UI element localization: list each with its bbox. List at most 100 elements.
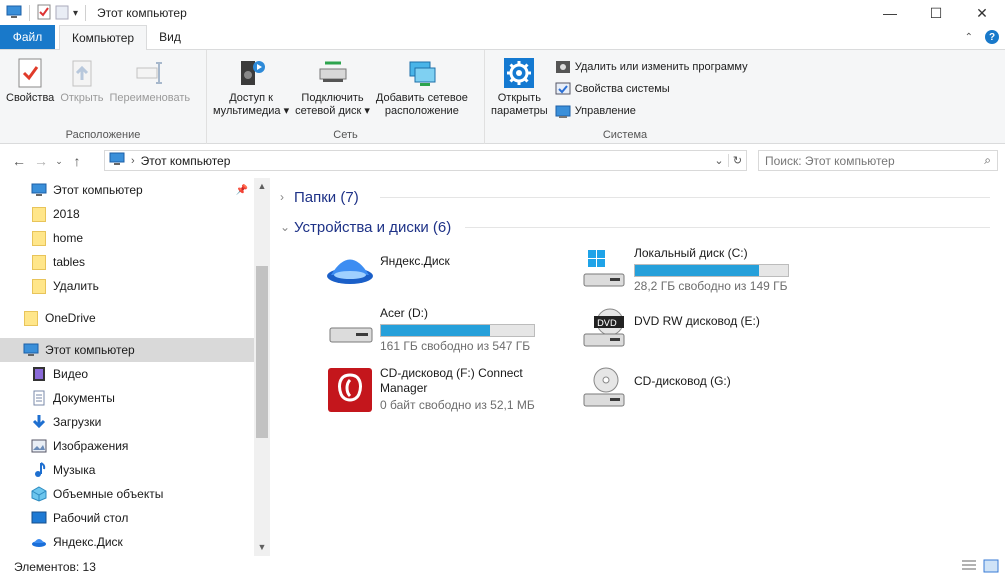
windows-drive-icon	[578, 246, 630, 294]
system-properties-button[interactable]: Свойства системы	[555, 80, 748, 98]
breadcrumb-separator-icon[interactable]: ›	[131, 155, 135, 167]
nav-item-quick-this-pc[interactable]: Этот компьютер 📌	[0, 178, 254, 202]
minimize-button[interactable]: —	[867, 0, 913, 26]
drive-c-usage-fill	[635, 265, 759, 276]
connect-manager-icon	[324, 366, 376, 414]
drive-g[interactable]: CD-дисковод (G:)	[578, 366, 731, 414]
folders-group-header[interactable]: › Папки (7)	[280, 186, 990, 208]
add-network-location-icon	[406, 56, 438, 90]
up-arrow-icon[interactable]: ↑	[66, 153, 88, 169]
drive-c[interactable]: Локальный диск (C:) 28,2 ГБ свободно из …	[578, 246, 789, 294]
status-bar: Элементов: 13	[0, 556, 1005, 577]
address-bar[interactable]: › Этот компьютер ⌄ ↻	[104, 150, 747, 171]
nav-item-yandex-disk[interactable]: Яндекс.Диск	[0, 530, 254, 554]
navigation-pane: Этот компьютер 📌 2018 home tables Удалит…	[0, 178, 270, 556]
downloads-icon	[31, 414, 47, 430]
folder-icon	[31, 206, 47, 222]
svg-text:DVD: DVD	[597, 319, 617, 329]
group-location: Свойства Открыть Переименовать Расположе…	[0, 50, 207, 144]
nav-item-downloads[interactable]: Загрузки	[0, 410, 254, 434]
customize-quick-access-icon[interactable]: ▾	[73, 8, 78, 19]
scroll-thumb[interactable]	[256, 266, 268, 438]
scroll-down-icon[interactable]: ▼	[254, 542, 270, 552]
drive-e[interactable]: DVD DVD RW дисковод (E:)	[578, 306, 760, 354]
folder-icon	[31, 254, 47, 270]
group-label-network: Сеть	[333, 129, 358, 141]
window-title: Этот компьютер	[97, 6, 187, 20]
chevron-down-icon: ⌄	[280, 220, 291, 234]
navigation-bar: ← → ⌄ ↑ › Этот компьютер ⌄ ↻ Поиск: Этот…	[0, 144, 1005, 178]
nav-scrollbar[interactable]: ▲ ▼	[254, 178, 270, 556]
group-label-system: Система	[602, 129, 648, 141]
recent-locations-chevron-icon[interactable]: ⌄	[52, 156, 66, 167]
items-count: Элементов: 13	[14, 559, 96, 574]
scroll-up-icon[interactable]: ▲	[254, 181, 270, 191]
media-access-icon	[235, 56, 267, 90]
video-icon	[31, 366, 47, 382]
tab-file[interactable]: Файл	[0, 25, 55, 49]
uninstall-program-button[interactable]: Удалить или изменить программу	[555, 58, 748, 76]
title-bar: ▾ Этот компьютер — ☐ ✕	[0, 0, 1005, 26]
cd-drive-icon	[578, 366, 630, 414]
ribbon-tabs: Файл Компьютер Вид ⌃ ?	[0, 25, 1005, 50]
nav-item-images[interactable]: Изображения	[0, 434, 254, 458]
system-properties-icon	[555, 81, 571, 97]
nav-item-this-pc[interactable]: Этот компьютер	[0, 338, 254, 362]
music-icon	[31, 462, 47, 478]
nav-item-documents[interactable]: Документы	[0, 386, 254, 410]
open-icon	[66, 56, 98, 90]
dvd-drive-icon: DVD	[578, 306, 630, 354]
quick-access-toolbar: ▾	[0, 4, 89, 23]
group-network: Доступ к мультимедиа ▾ Подключить сетево…	[207, 50, 485, 144]
nav-item-desktop[interactable]: Рабочий стол	[0, 506, 254, 530]
nav-item-3d-objects[interactable]: Объемные объекты	[0, 482, 254, 506]
address-history-chevron-icon[interactable]: ⌄	[710, 154, 728, 167]
documents-icon	[31, 390, 47, 406]
nav-item-tables[interactable]: tables	[0, 250, 254, 274]
yandex-disk-icon	[324, 246, 376, 294]
map-network-drive-icon	[317, 56, 349, 90]
maximize-button[interactable]: ☐	[913, 0, 959, 26]
search-input[interactable]: Поиск: Этот компьютер ⌕	[758, 150, 998, 171]
settings-gear-icon	[503, 56, 535, 90]
computer-icon[interactable]	[6, 5, 22, 22]
properties-icon	[14, 56, 46, 90]
details-view-icon[interactable]	[961, 559, 977, 573]
nav-item-2018[interactable]: 2018	[0, 202, 254, 226]
group-label-location: Расположение	[65, 129, 141, 141]
back-arrow-icon[interactable]: ←	[8, 153, 30, 169]
close-button[interactable]: ✕	[959, 0, 1005, 26]
manage-button[interactable]: Управление	[555, 102, 748, 120]
nav-item-music[interactable]: Музыка	[0, 458, 254, 482]
drive-c-usage-bar	[634, 264, 789, 277]
devices-group-header[interactable]: ⌄ Устройства и диски (6)	[280, 216, 990, 238]
search-icon[interactable]: ⌕	[984, 153, 991, 168]
pin-icon[interactable]: 📌	[236, 185, 248, 196]
nav-item-home[interactable]: home	[0, 226, 254, 250]
folder-icon	[31, 230, 47, 246]
collapse-ribbon-icon[interactable]: ⌃	[965, 32, 973, 43]
large-icons-view-icon[interactable]	[983, 559, 999, 573]
new-folder-quick-icon[interactable]	[55, 4, 69, 23]
3d-objects-icon	[31, 486, 47, 502]
forward-arrow-icon[interactable]: →	[30, 153, 52, 169]
nav-item-onedrive[interactable]: OneDrive	[0, 306, 254, 330]
properties-quick-icon[interactable]	[37, 4, 51, 23]
chevron-right-icon: ›	[280, 190, 284, 204]
desktop-icon	[31, 510, 47, 526]
drive-d[interactable]: Acer (D:) 161 ГБ свободно из 547 ГБ	[324, 306, 535, 354]
computer-icon	[31, 182, 47, 198]
tab-computer[interactable]: Компьютер	[59, 25, 148, 50]
computer-icon	[23, 342, 39, 358]
nav-item-udalit[interactable]: Удалить	[0, 274, 254, 298]
drive-yandex-disk[interactable]: Яндекс.Диск	[324, 246, 450, 294]
help-icon[interactable]: ?	[985, 30, 999, 44]
group-system: Открыть параметры Удалить или изменить п…	[485, 50, 765, 144]
yandex-disk-icon	[31, 534, 47, 550]
tab-view[interactable]: Вид	[147, 25, 193, 49]
drive-f[interactable]: CD-дисковод (F:) Connect Manager 0 байт …	[324, 366, 535, 414]
breadcrumb[interactable]: Этот компьютер	[141, 154, 231, 168]
nav-item-video[interactable]: Видео	[0, 362, 254, 386]
content-pane: › Папки (7) ⌄ Устройства и диски (6) Янд…	[272, 178, 1005, 556]
refresh-icon[interactable]: ↻	[728, 154, 746, 167]
